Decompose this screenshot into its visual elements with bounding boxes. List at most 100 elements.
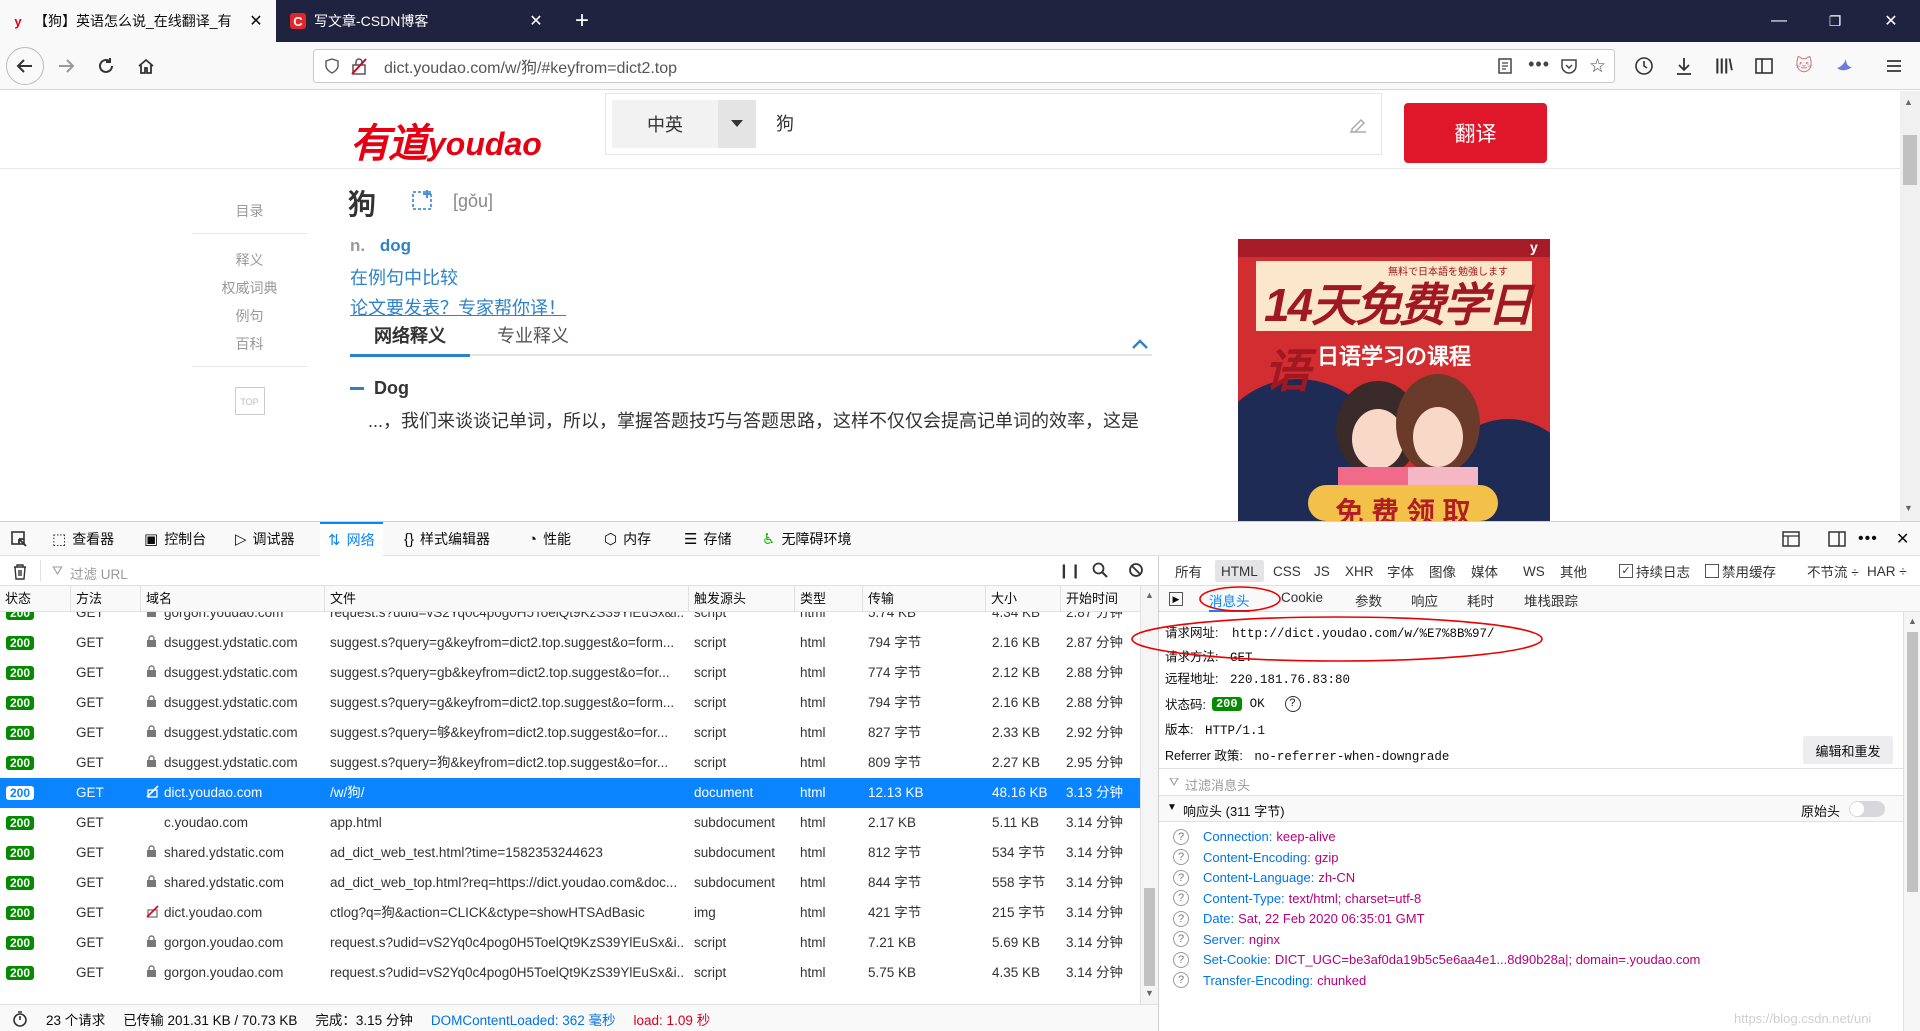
help-icon[interactable]: ? [1173, 910, 1189, 927]
col-file[interactable]: 文件 [324, 586, 356, 612]
toc-item-wiki[interactable]: 百科 [192, 330, 307, 358]
scroll-thumb[interactable] [1907, 632, 1918, 892]
back-button[interactable] [6, 47, 44, 85]
page-actions-icon[interactable]: ••• [1528, 54, 1550, 75]
tab-web-definition[interactable]: 网络释义 [350, 321, 470, 357]
filter-js[interactable]: JS [1314, 556, 1330, 586]
collapse-chevron-icon[interactable] [1132, 339, 1148, 349]
request-row[interactable]: 200 GET gorgon.youdao.com request.s?udid=vS… [0, 928, 1140, 958]
youdao-logo[interactable]: 有道 youdao [350, 111, 542, 169]
library-icon[interactable]: |||\ [1712, 54, 1736, 78]
tool-performance[interactable]: ◔ 性能 [528, 522, 571, 556]
info-icon[interactable] [324, 58, 344, 74]
tool-style-editor[interactable]: {} 样式编辑器 [404, 522, 490, 556]
extension-cat-icon[interactable]: 🐱 [1792, 54, 1816, 78]
col-domain[interactable]: 域名 [140, 586, 172, 612]
more-options-icon[interactable]: ••• [1858, 522, 1878, 556]
page-scrollbar[interactable]: ▲ ▼ [1900, 91, 1920, 521]
scroll-thumb[interactable] [1903, 135, 1917, 185]
edit-resend-button[interactable]: 编辑和重发 [1803, 736, 1893, 764]
back-to-top-button[interactable]: TOP [234, 387, 265, 415]
paper-translation-link[interactable]: 论文要发表？专家帮你译！ [350, 294, 566, 320]
close-tab-icon[interactable]: ✕ [246, 11, 266, 31]
tool-network[interactable]: ⇅ 网络 [320, 522, 383, 556]
filter-html[interactable]: HTML [1215, 560, 1264, 582]
window-close-icon[interactable]: ✕ [1868, 0, 1914, 42]
compare-examples-link[interactable]: 在例句中比较 [350, 264, 458, 290]
tab-professional-definition[interactable]: 专业释义 [478, 321, 588, 357]
search-icon[interactable] [1092, 562, 1108, 578]
col-status[interactable]: 状态 [0, 586, 31, 612]
col-size[interactable]: 大小 [985, 586, 1017, 612]
filter-xhr[interactable]: XHR [1345, 556, 1374, 586]
download-icon[interactable] [1672, 54, 1696, 78]
request-row[interactable]: 200 GET dsuggest.ydstatic.com suggest.s?que… [0, 658, 1140, 688]
filter-css[interactable]: CSS [1273, 556, 1301, 586]
scroll-down-icon[interactable]: ▼ [1904, 503, 1913, 513]
stopwatch-icon[interactable] [12, 1010, 28, 1027]
response-headers-section[interactable]: ▼ 响应头 (311 字节) 原始头 [1159, 796, 1903, 822]
details-scrollbar[interactable]: ▲ [1903, 612, 1920, 1031]
help-icon[interactable]: ? [1173, 890, 1189, 906]
throttle-select[interactable]: 不节流 ÷ [1807, 556, 1859, 586]
sidebar-icon[interactable] [1752, 54, 1776, 78]
tab-stack-trace[interactable]: 堆栈跟踪 [1524, 590, 1578, 610]
request-row[interactable]: 200 GET c.youdao.com app.html subdocument htm… [0, 808, 1140, 838]
meaning-link[interactable]: dog [380, 236, 411, 255]
tab-cookies[interactable]: Cookie [1281, 590, 1323, 605]
ad-banner[interactable]: 14天免费学日语 無料で日本語を勉強します 日语学习の课程 免 费 领 取 y [1238, 239, 1550, 521]
filter-other[interactable]: 其他 [1560, 556, 1587, 586]
filter-headers-input[interactable]: 过滤消息头 [1185, 775, 1250, 794]
scroll-thumb[interactable] [1144, 888, 1155, 986]
extension-bird-icon[interactable] [1832, 54, 1856, 78]
toggle-panel-icon[interactable]: ▶ [1169, 592, 1183, 606]
bookmark-star-icon[interactable]: ☆ [1589, 55, 1606, 78]
reader-view-icon[interactable] [1496, 57, 1514, 75]
home-button[interactable] [128, 48, 164, 84]
scroll-up-icon[interactable]: ▲ [1904, 97, 1913, 107]
forward-button[interactable] [48, 48, 84, 84]
tool-memory[interactable]: ⬡ 内存 [604, 522, 651, 556]
toc-item-dictionary[interactable]: 权威词典 [192, 274, 307, 302]
tool-storage[interactable]: ☰ 存储 [684, 522, 731, 556]
search-input[interactable]: 狗 [776, 110, 794, 136]
help-icon[interactable]: ? [1173, 828, 1189, 845]
persist-log-checkbox[interactable]: ✓ 持续日志 [1619, 556, 1690, 586]
tool-inspector[interactable]: ⬚ 查看器 [52, 522, 114, 556]
request-row[interactable]: 200 GET dsuggest.ydstatic.com suggest.s?que… [0, 718, 1140, 748]
language-select[interactable]: 中英 [612, 100, 718, 148]
responsive-mode-icon[interactable] [1782, 522, 1800, 556]
new-tab-button[interactable]: + [560, 0, 604, 42]
request-row[interactable]: 200 GET dict.youdao.com/w/狗/document html 12… [0, 778, 1140, 808]
help-icon[interactable]: ? [1173, 931, 1189, 947]
toc-item-definition[interactable]: 释义 [192, 246, 307, 274]
request-row[interactable]: 200 GET dsuggest.ydstatic.com suggest.s?que… [0, 748, 1140, 778]
menu-hamburger-icon[interactable] [1882, 54, 1906, 78]
col-cause[interactable]: 触发源头 [688, 586, 746, 612]
filter-ws[interactable]: WS [1523, 556, 1545, 586]
request-row[interactable]: 200 GET shared.ydstatic.com ad_dict_web_tes… [0, 838, 1140, 868]
request-row[interactable]: 200 GET dict.youdao.com ctlog?q=狗&action=CL… [0, 898, 1140, 928]
help-icon[interactable]: ? [1173, 869, 1189, 886]
reload-button[interactable] [88, 48, 124, 84]
filter-url-input[interactable]: 过滤 URL [70, 563, 128, 583]
filter-all[interactable]: 所有 [1175, 556, 1202, 586]
minimize-icon[interactable]: — [1756, 0, 1802, 42]
col-start[interactable]: 开始时间 [1060, 586, 1118, 612]
request-row[interactable]: 200 GET gorgon.youdao.com request.s?udid=vS… [0, 612, 1140, 628]
request-row[interactable]: 200 GET shared.ydstatic.com ad_dict_web_top… [0, 868, 1140, 898]
tool-accessibility[interactable]: ♿ 无障碍环境 [762, 522, 851, 556]
request-row[interactable]: 200 GET dsuggest.ydstatic.com suggest.s?que… [0, 688, 1140, 718]
url-bar[interactable]: dict.youdao.com/w/狗/#keyfrom=dict2.top •… [313, 49, 1615, 83]
filter-images[interactable]: 图像 [1429, 556, 1456, 586]
help-icon[interactable]: ? [1284, 695, 1301, 712]
toc-item-examples[interactable]: 例句 [192, 302, 307, 330]
col-type[interactable]: 类型 [794, 586, 826, 612]
scroll-up-icon[interactable]: ▲ [1145, 590, 1154, 600]
scroll-up-icon[interactable]: ▲ [1908, 616, 1917, 626]
request-row[interactable]: 200 GET gorgon.youdao.com request.s?udid=vS… [0, 958, 1140, 988]
scroll-down-icon[interactable]: ▼ [1145, 988, 1154, 998]
restore-icon[interactable]: ❐ [1812, 0, 1858, 42]
trash-icon[interactable] [12, 563, 28, 580]
insecure-lock-icon[interactable] [350, 57, 376, 75]
